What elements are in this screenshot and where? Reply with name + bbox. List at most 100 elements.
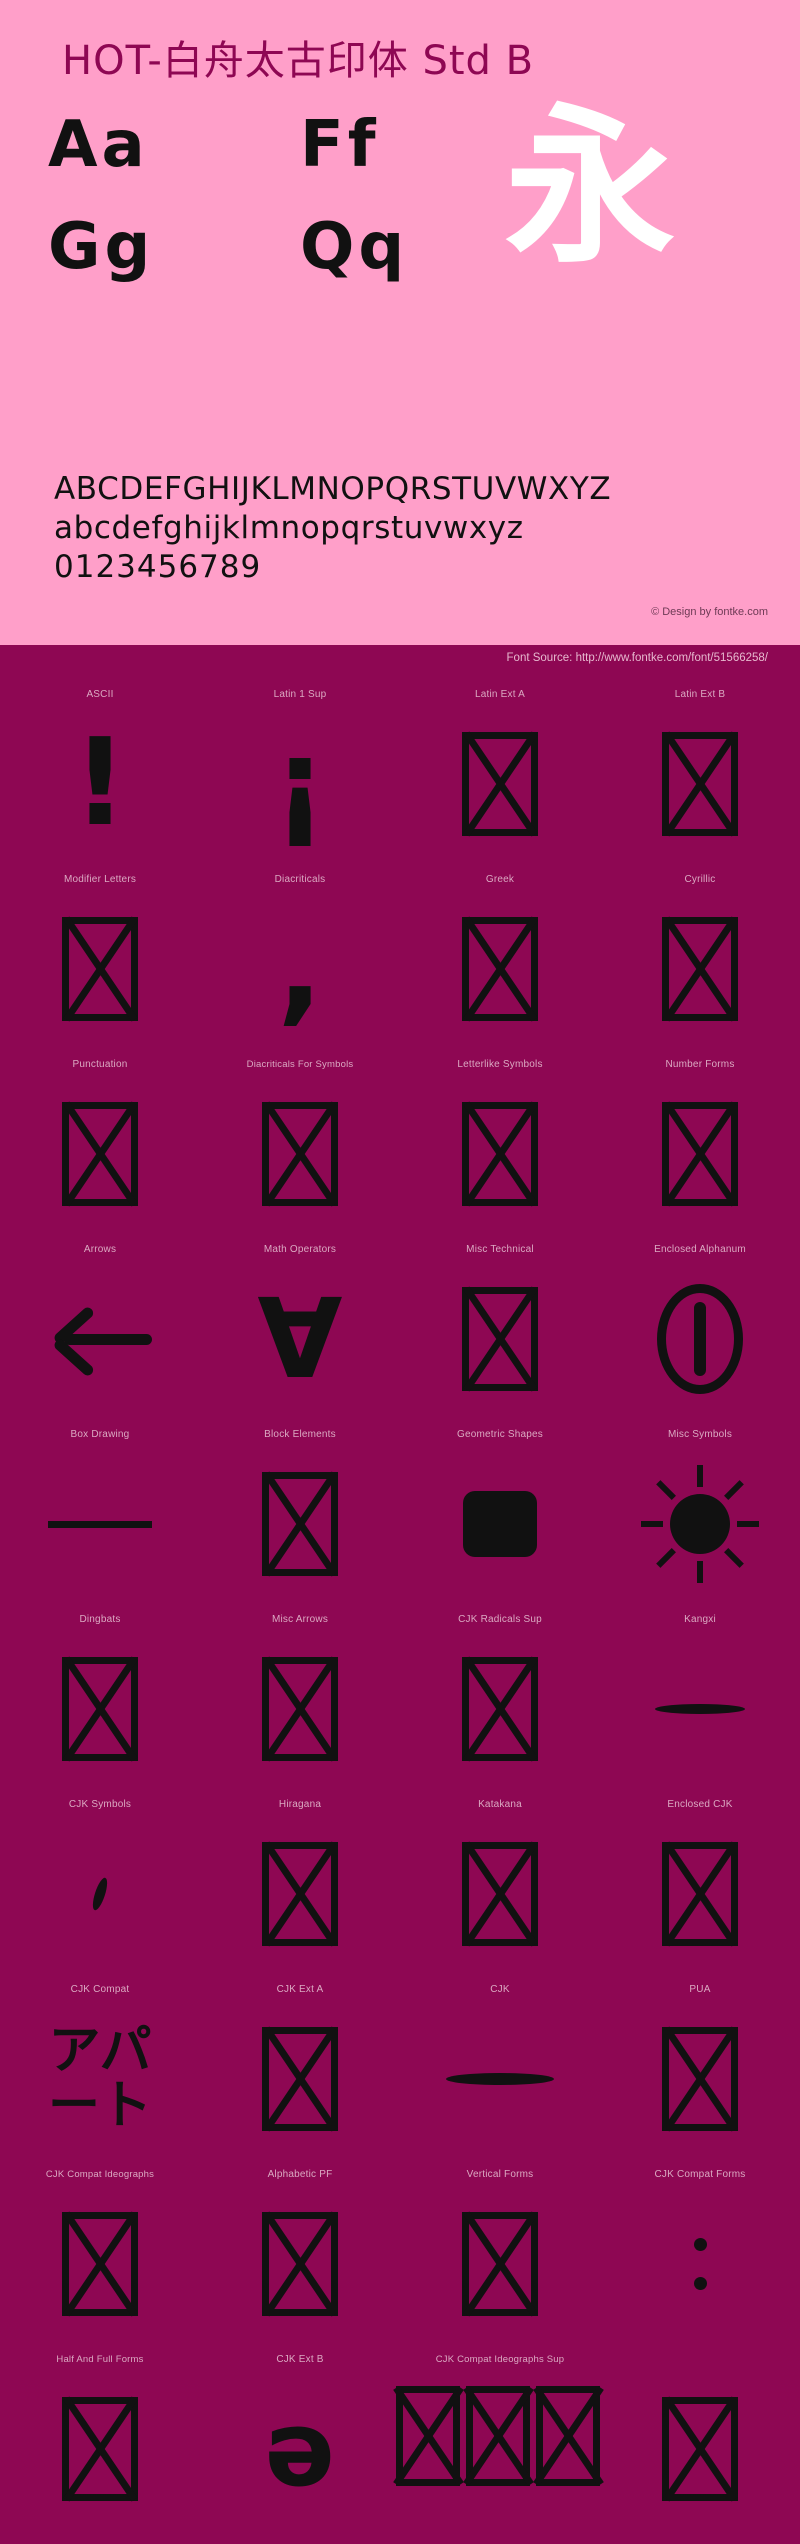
font-source-link[interactable]: Font Source: http://www.fontke.com/font/… (507, 652, 768, 664)
coverage-cell-enclosed-alphanum[interactable]: Enclosed Alphanum (600, 1236, 800, 1421)
arrow-shaft-icon (64, 1334, 152, 1345)
coverage-label: Box Drawing (70, 1429, 130, 1440)
notdef-box-icon (262, 2027, 338, 2131)
notdef-box-icon (466, 2386, 530, 2486)
coverage-cell-ascii[interactable]: ASCII! (0, 681, 200, 866)
coverage-label: PUA (689, 1984, 711, 1995)
coverage-glyph-slot (600, 1449, 800, 1599)
coverage-cell-cyrillic[interactable]: Cyrillic (600, 866, 800, 1051)
coverage-glyph-slot: アパート (0, 2004, 200, 2154)
notdef-box-icon (62, 2212, 138, 2316)
coverage-glyph-slot (600, 1634, 800, 1784)
coverage-cell-cjk[interactable]: CJK (400, 1976, 600, 2161)
coverage-cell-letterlike-symbols[interactable]: Letterlike Symbols (400, 1051, 600, 1236)
coverage-cell-diacriticals[interactable]: Diacriticals, (200, 866, 400, 1051)
coverage-cell-unnamed[interactable] (600, 2346, 800, 2531)
coverage-cell-hiragana[interactable]: Hiragana (200, 1791, 400, 1976)
coverage-cell-kangxi[interactable]: Kangxi (600, 1606, 800, 1791)
coverage-label: CJK Ext B (276, 2354, 324, 2365)
coverage-glyph-slot (0, 1819, 200, 1969)
coverage-row: Punctuation Diacriticals For Symbols Lette… (0, 1051, 800, 1236)
coverage-cell-geometric-shapes[interactable]: Geometric Shapes (400, 1421, 600, 1606)
coverage-cell-block-elements[interactable]: Block Elements (200, 1421, 400, 1606)
coverage-label: Geometric Shapes (456, 1429, 544, 1440)
coverage-cell-misc-symbols[interactable]: Misc Symbols (600, 1421, 800, 1606)
coverage-cell-half-and-full-forms[interactable]: Half And Full Forms (0, 2346, 200, 2531)
coverage-cell-box-drawing[interactable]: Box Drawing (0, 1421, 200, 1606)
coverage-glyph-slot (600, 894, 800, 1044)
coverage-cell-katakana[interactable]: Katakana (400, 1791, 600, 1976)
notdef-box-icon (62, 2397, 138, 2501)
coverage-cell-misc-technical[interactable]: Misc Technical (400, 1236, 600, 1421)
coverage-label: Arrows (83, 1244, 117, 1255)
coverage-cell-alphabetic-pf[interactable]: Alphabetic PF (200, 2161, 400, 2346)
coverage-glyph-slot (600, 2004, 800, 2154)
coverage-glyph-slot (400, 2189, 600, 2339)
coverage-cell-cjk-compat[interactable]: CJK Compat アパート (0, 1976, 200, 2161)
left-arrow-glyph (46, 1305, 154, 1378)
coverage-glyph-slot (0, 1449, 200, 1599)
coverage-label: Modifier Letters (63, 874, 137, 885)
kana-sample-glyph: アパート (47, 2021, 152, 2136)
notdef-box-icon (462, 1842, 538, 1946)
coverage-cell-cjk-compat-ideographs-sup[interactable]: CJK Compat Ideographs Sup (396, 2346, 600, 2531)
coverage-glyph-slot (200, 2004, 400, 2154)
coverage-row: Modifier Letters Diacriticals, Greek Cyrill… (0, 866, 800, 1051)
coverage-cell-latin-ext-a[interactable]: Latin Ext A (400, 681, 600, 866)
coverage-cell-cjk-radicals-sup[interactable]: CJK Radicals Sup (400, 1606, 600, 1791)
coverage-glyph-slot (0, 894, 200, 1044)
coverage-cell-cjk-symbols[interactable]: CJK Symbols (0, 1791, 200, 1976)
coverage-label: Diacriticals For Symbols (246, 1059, 354, 1070)
coverage-label: Misc Symbols (667, 1429, 733, 1440)
coverage-label: CJK Ext A (276, 1984, 324, 1995)
coverage-glyph-slot (200, 1079, 400, 1229)
notdef-box-icon (462, 1102, 538, 1206)
coverage-row: Box Drawing Block Elements Geometric Shape… (0, 1421, 800, 1606)
coverage-cell-vertical-forms[interactable]: Vertical Forms (400, 2161, 600, 2346)
coverage-cell-misc-arrows[interactable]: Misc Arrows (200, 1606, 400, 1791)
sun-symbol-glyph (641, 1465, 759, 1583)
coverage-label: Enclosed CJK (667, 1799, 733, 1810)
schwa-glyph: ə (264, 2388, 336, 2510)
notdef-box-icon (262, 1472, 338, 1576)
glyph-showcase: Aa Ff Gg Qq 永 (0, 95, 800, 280)
coverage-cell-diacriticals-for-symbols[interactable]: Diacriticals For Symbols (200, 1051, 400, 1236)
horizontal-stroke-glyph (446, 2073, 554, 2085)
coverage-glyph-slot (200, 2189, 400, 2339)
coverage-cell-dingbats[interactable]: Dingbats (0, 1606, 200, 1791)
sample-glyph: ∀ (257, 1275, 343, 1403)
coverage-cell-cjk-ext-a[interactable]: CJK Ext A (200, 1976, 400, 2161)
dot-icon (693, 2238, 707, 2251)
coverage-cell-cjk-compat-ideographs[interactable]: CJK Compat Ideographs (0, 2161, 200, 2346)
coverage-cell-pua[interactable]: PUA (600, 1976, 800, 2161)
coverage-glyph-slot (400, 894, 600, 1044)
coverage-label: Latin 1 Sup (273, 689, 327, 700)
coverage-glyph-slot (0, 2189, 200, 2339)
coverage-label: CJK Compat Ideographs Sup (435, 2354, 565, 2365)
coverage-glyph-slot (400, 1819, 600, 1969)
coverage-label: ASCII (86, 689, 114, 700)
coverage-cell-number-forms[interactable]: Number Forms (600, 1051, 800, 1236)
alphabet-digits: 0123456789 (54, 548, 262, 585)
coverage-row: Arrows Math Operators ∀ Misc Technical Enclo… (0, 1236, 800, 1421)
page-title: HOT-白舟太古印体 Std B (62, 38, 535, 84)
notdef-box-icon (462, 1657, 538, 1761)
coverage-cell-modifier-letters[interactable]: Modifier Letters (0, 866, 200, 1051)
coverage-cell-greek[interactable]: Greek (400, 866, 600, 1051)
coverage-cell-enclosed-cjk[interactable]: Enclosed CJK (600, 1791, 800, 1976)
coverage-glyph-slot (600, 2374, 800, 2524)
coverage-cell-arrows[interactable]: Arrows (0, 1236, 200, 1421)
coverage-cell-latin-1-sup[interactable]: Latin 1 Sup ¡ (200, 681, 400, 866)
notdef-box-icon (536, 2386, 600, 2486)
alphabet-uppercase: ABCDEFGHIJKLMNOPQRSTUVWXYZ (54, 471, 612, 507)
coverage-cell-cjk-ext-b[interactable]: CJK Ext B ə (200, 2346, 400, 2531)
coverage-cell-punctuation[interactable]: Punctuation (0, 1051, 200, 1236)
coverage-cell-cjk-compat-forms[interactable]: CJK Compat Forms (600, 2161, 800, 2346)
notdef-box-icon (462, 732, 538, 836)
coverage-cell-latin-ext-b[interactable]: Latin Ext B (600, 681, 800, 866)
glyph-pair-gg: Gg (48, 210, 155, 284)
coverage-cell-math-operators[interactable]: Math Operators ∀ (200, 1236, 400, 1421)
coverage-row: CJK Compat Ideographs Alphabetic PF Vertic… (0, 2161, 800, 2346)
coverage-glyph-slot (400, 709, 600, 859)
coverage-label: Latin Ext B (674, 689, 726, 700)
